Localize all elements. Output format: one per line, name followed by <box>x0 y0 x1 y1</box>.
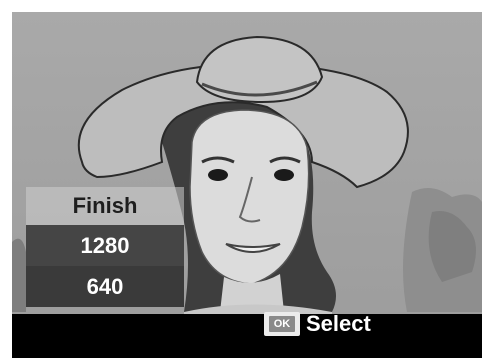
guide-bar <box>12 314 482 358</box>
menu-title: Finish <box>26 187 184 225</box>
menu-option-640[interactable]: 640 <box>26 266 184 307</box>
ok-key-label: OK <box>269 316 295 332</box>
camera-lcd-screen: Finish 1280 640 <box>12 12 482 358</box>
select-label: Select <box>306 311 371 336</box>
finish-menu: Finish 1280 640 <box>26 187 184 307</box>
ok-button-icon[interactable]: OK <box>264 312 300 336</box>
menu-option-1280[interactable]: 1280 <box>26 225 184 266</box>
